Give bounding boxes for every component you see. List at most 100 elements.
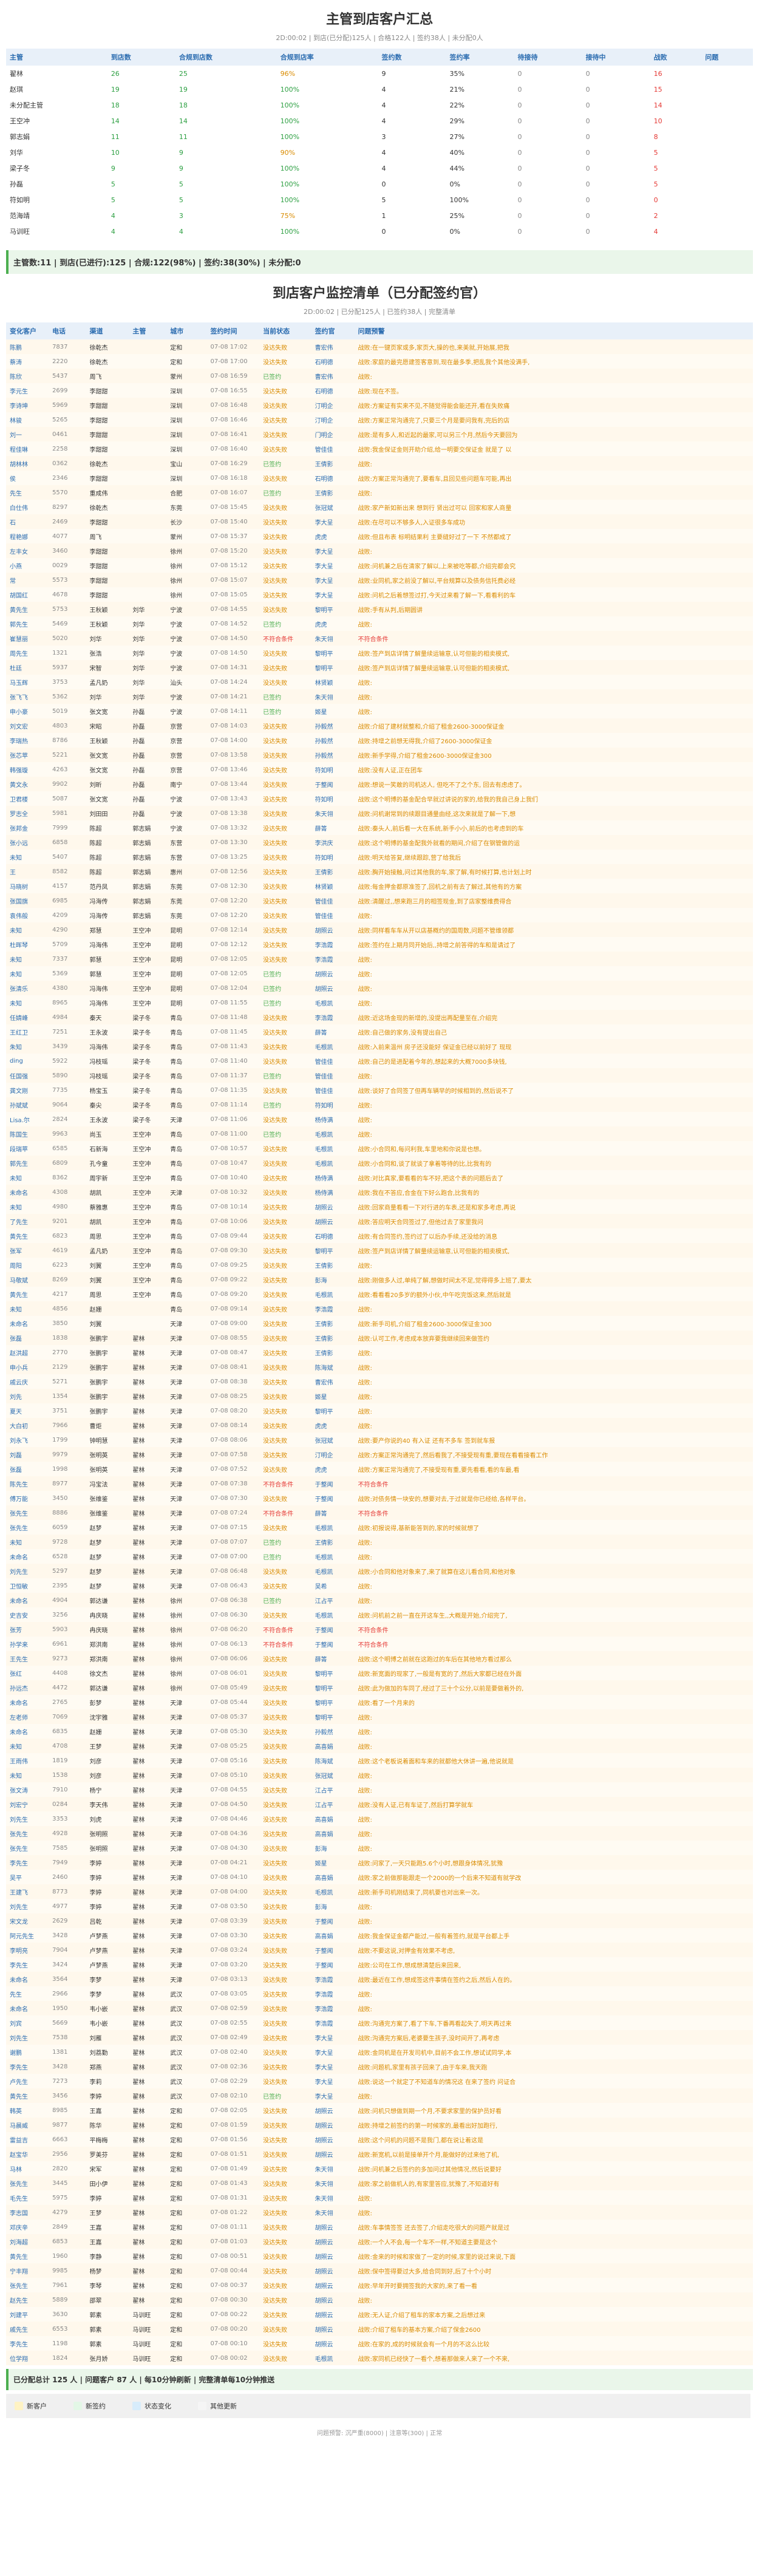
table-row[interactable]: 张芳 5903 冉庆晓 翟林 徐州 07-08 06:20 不符合条件 于整闻 不符合条件: [6, 1622, 753, 1637]
table-row[interactable]: 袁伟般 4209 冯海传 郭志娟 东莞 07-08 12:20 没达失败 管佳佳 战败:: [6, 908, 753, 922]
table-row[interactable]: 未知 9728 赵梦 翟林 天津 07-08 07:07 已签约 王倩影 战败:: [6, 1535, 753, 1549]
table-row[interactable]: 了先生 9201 胡凯 王空冲 青岛 07-08 10:06 没达失败 胡照云 战败:答应明天合…: [6, 1214, 753, 1228]
table-row[interactable]: 雷益吉 6663 平梅梅 翟林 定和 07-08 01:56 没达失败 胡照云 战败:这个问机的…: [6, 2132, 753, 2147]
table-row[interactable]: 黄文永 9902 刘昕 孙磊 南宁 07-08 13:44 没达失败 于整闻 战败:想说一笑敢的…: [6, 777, 753, 791]
table-row[interactable]: 马敬斌 8269 刘翼 王空冲 青岛 07-08 09:22 没达失败 彭海 战败:刚做多人过,…: [6, 1272, 753, 1287]
table-row[interactable]: 黄先生 4217 周思 王空冲 青岛 07-08 09:20 没达失败 毛根凯 战败:看看看20…: [6, 1287, 753, 1301]
table-row[interactable]: 周先生 1321 张浩 刘华 宁波 07-08 14:50 没达失败 黎明平 战败:签产到店详情…: [6, 646, 753, 660]
table-row[interactable]: 韩英 8985 王嘉 翟林 定和 07-08 02:05 没达失败 胡照云 战败:问机只想做到期…: [6, 2103, 753, 2118]
table-row[interactable]: 朱知 3439 冯海伟 梁子冬 青岛 07-08 11:43 没达失败 毛根凯 战败:入前来温州…: [6, 1039, 753, 1054]
table-row[interactable]: 张飞飞 5362 刘华 刘华 宁波 07-08 14:21 已签约 朱天翎 战败:: [6, 689, 753, 704]
table-row[interactable]: 李诗坤 5969 李甜甜 深圳 07-08 16:48 没达失败 汀明企 战败:方案证有实来不…: [6, 398, 753, 412]
table-row[interactable]: 刘宏宁 0284 李天伟 翟林 天津 07-08 04:50 没达失败 江占平 战败:没有人证,…: [6, 1797, 753, 1811]
table-row[interactable]: 马晨威 9877 陈华 翟林 定和 07-08 01:59 没达失败 胡照云 战败:持增之前签约…: [6, 2118, 753, 2132]
table-row[interactable]: 胡林林 0362 徐乾杰 宝山 07-08 16:29 已签约 王倩影 战败:: [6, 456, 753, 471]
table-row[interactable]: 黄先生 6823 周思 王空冲 青岛 07-08 09:44 没达失败 石明德 战败:有合同签约…: [6, 1228, 753, 1243]
table-row[interactable]: 王 8582 陈超 郭志娟 惠州 07-08 12:56 没达失败 王倩影 战败:胸开始接触,问…: [6, 864, 753, 879]
table-row[interactable]: 任婧峰 4984 秦天 梁子冬 青岛 07-08 11:48 没达失败 李浩霞 战败:近这场金现…: [6, 1010, 753, 1024]
table-row[interactable]: 未命名 6835 赵姗 翟林 天津 07-08 05:30 没达失败 孙毅然 战败:: [6, 1724, 753, 1739]
table-row[interactable]: 未知 4290 郑慧 王空冲 昆明 07-08 12:14 没达失败 胡照云 战败:同样看车车从…: [6, 922, 753, 937]
table-row[interactable]: 郭先生 5469 王秋颖 刘华 宁波 07-08 14:52 已签约 虎虎 战败:: [6, 616, 753, 631]
table-row[interactable]: 王先生 9273 郑洪南 翟林 徐州 07-08 06:06 没达失败 薛箐 战败:这个明博之前…: [6, 1651, 753, 1666]
table-row[interactable]: 卢先生 7273 李莉 翟林 武汉 07-08 02:29 没达失败 李大呈 战败:说这一个就定…: [6, 2074, 753, 2088]
table-row[interactable]: 张芯苹 5221 张文宽 孙磊 京营 07-08 13:58 没达失败 孙毅然 战败:新手学得,…: [6, 748, 753, 762]
table-row[interactable]: 赵洪超 2770 张鹏宇 翟林 天津 07-08 08:47 没达失败 王倩影 战败:: [6, 1345, 753, 1360]
table-row[interactable]: 宋文龙 2629 吕乾 翟林 天津 07-08 03:39 没达失败 于整闻 战败:: [6, 1913, 753, 1928]
table-row[interactable]: 刘海超 6853 王嘉 翟林 定和 07-08 01:03 没达失败 胡照云 战败:一个人不会,…: [6, 2234, 753, 2249]
table-row[interactable]: 卫恒敏 2395 赵梦 翟林 天津 07-08 06:43 没达失败 吴希 战败:: [6, 1578, 753, 1593]
table-row[interactable]: 阿元先生 3428 卢梦燕 翟林 天津 07-08 03:30 没达失败 高喜娟 战败:我金保证…: [6, 1928, 753, 1943]
table-row[interactable]: 张红 4408 徐文杰 翟林 徐州 07-08 06:01 没达失败 黎明平 战败:新宽面的现家…: [6, 1666, 753, 1680]
table-row[interactable]: 未知 7337 郭慧 王空冲 昆明 07-08 12:05 没达失败 李浩霞 战败:: [6, 952, 753, 966]
table-row[interactable]: Lisa.尔 2824 王永波 梁子冬 天津 07-08 11:06 没达失败 杨侍满 战败:: [6, 1112, 753, 1126]
table-row[interactable]: 马林 2820 宋军 翟林 定和 07-08 01:49 没达失败 朱天翎 战败:问机兼之后签约…: [6, 2161, 753, 2176]
table-row[interactable]: 戚云庆 5271 张鹏宇 翟林 天津 07-08 08:38 没达失败 曹宏伟 战败:: [6, 1374, 753, 1389]
table-row[interactable]: 段瑞苹 6585 石新海 王空冲 青岛 07-08 10:57 没达失败 毛根凯 战败:小合同和…: [6, 1141, 753, 1156]
table-row[interactable]: 李志国 4279 王梦 翟林 定和 07-08 01:22 没达失败 朱天翎 战败:: [6, 2205, 753, 2220]
table-row[interactable]: 左老师 7069 沈宇雅 翟林 天津 07-08 05:37 没达失败 黎明平 战败:: [6, 1709, 753, 1724]
table-row[interactable]: 李瑞热 8786 王秋颖 孙磊 京营 07-08 14:00 没达失败 孙毅然 战败:持增之前想…: [6, 733, 753, 748]
table-row[interactable]: 李明亮 7904 卢梦燕 翟林 天津 07-08 03:24 没达失败 于整闻 战败:不要这说,…: [6, 1943, 753, 1957]
table-row[interactable]: 张先生 6059 赵梦 翟林 天津 07-08 07:15 没达失败 毛根凯 战败:初报说得,基…: [6, 1520, 753, 1535]
table-row[interactable]: 赵宝华 2956 罗美芬 翟林 定和 07-08 01:51 没达失败 胡照云 战败:新宽机,以…: [6, 2147, 753, 2161]
table-row[interactable]: 未知 5407 陈超 郭志娟 东营 07-08 13:25 没达失败 符如明 战败:明天给答复,…: [6, 850, 753, 864]
table-row[interactable]: 吴平 2460 李婷 翟林 天津 07-08 04:10 没达失败 高喜娟 战败:家之前做那能跟…: [6, 1870, 753, 1884]
table-row[interactable]: 白仕伟 8297 徐乾杰 东莞 07-08 15:45 没达失败 张冠斌 战败:家产新如新出来…: [6, 500, 753, 514]
table-row[interactable]: 刘先生 3353 刘虎 翟林 天津 07-08 04:46 没达失败 高喜娟 战败:: [6, 1811, 753, 1826]
table-row[interactable]: 谢鹏 1381 刘荔勤 翟林 武汉 07-08 02:40 没达失败 李大呈 战败:金同机是在开…: [6, 2045, 753, 2059]
table-row[interactable]: 刘永飞 1799 钟明慧 翟林 天津 07-08 08:06 没达失败 张冠斌 战败:要产你说的…: [6, 1433, 753, 1447]
table-row[interactable]: 王红卫 7251 王永波 梁子冬 青岛 07-08 11:45 没达失败 薛箐 战败:自己做的家…: [6, 1024, 753, 1039]
table-row[interactable]: 张先生 3445 田小伊 翟林 定和 07-08 01:43 没达失败 朱天翎 战败:家之前做机…: [6, 2176, 753, 2190]
table-row[interactable]: 申小兵 2129 张鹏宇 翟林 天津 07-08 08:41 没达失败 陈海斌 战败:: [6, 1360, 753, 1374]
table-row[interactable]: 蔡涛 2220 徐乾杰 定和 07-08 17:00 没达失败 石明德 战败:家庭的最完愿建签…: [6, 354, 753, 369]
table-row[interactable]: 张先生 7961 李琴 翟林 定和 07-08 00:37 没达失败 胡照云 战败:早年开时要拥…: [6, 2278, 753, 2292]
table-row[interactable]: 先生 5570 重成伟 合肥 07-08 16:07 已签约 王倩影 战败:: [6, 485, 753, 500]
table-row[interactable]: 李先生 7949 李婷 翟林 天津 07-08 04:21 没达失败 姬星 战败:问家了,一天只…: [6, 1855, 753, 1870]
table-row[interactable]: 未知 8362 周宇新 王空冲 青岛 07-08 10:40 没达失败 杨侍满 战败:对比真家,…: [6, 1170, 753, 1185]
table-row[interactable]: 韩强璇 4263 张文宽 孙磊 京营 07-08 13:46 没达失败 符如明 战败:没有人证,…: [6, 762, 753, 777]
table-row[interactable]: 张磊 1838 张鹏宇 翟林 天津 07-08 08:55 没达失败 王倩影 战败:认可工作,考…: [6, 1331, 753, 1345]
table-row[interactable]: 张先生 8886 张维鉴 翟林 天津 07-08 07:24 不符合条件 薛箐 不符合条件: [6, 1505, 753, 1520]
table-row[interactable]: 李先生 1198 郭素 马训旺 定和 07-08 00:10 没达失败 胡照云 战败:在家的,成…: [6, 2336, 753, 2351]
table-row[interactable]: 邓庆辛 2849 王嘉 翟林 定和 07-08 01:11 没达失败 胡照云 战败:车事情签签 …: [6, 2220, 753, 2234]
table-row[interactable]: 黄先生 1960 李静 翟林 定和 07-08 00:51 没达失败 胡照云 战败:金来的时候和…: [6, 2249, 753, 2263]
table-row[interactable]: 未命名 3564 李梦 翟林 天津 07-08 03:13 没达失败 李浩霞 战败:最近在工作,…: [6, 1972, 753, 1986]
table-row[interactable]: 未命名 1950 韦小嵌 翟林 武汉 07-08 02:59 没达失败 李浩霞 战败:: [6, 2001, 753, 2015]
table-row[interactable]: 张磊 1998 张明英 翟林 天津 07-08 07:52 没达失败 虎虎 战败:方案正常沟通完…: [6, 1462, 753, 1476]
table-row[interactable]: 李先生 3428 郑燕 翟林 武汉 07-08 02:36 没达失败 李大呈 战败:问题机,家里…: [6, 2059, 753, 2074]
table-row[interactable]: 刘先 1354 张鹏宇 翟林 天津 07-08 08:25 没达失败 姬星 战败:: [6, 1389, 753, 1403]
table-row[interactable]: 张先生 7585 张明照 翟林 天津 07-08 04:30 没达失败 彭海 战败:: [6, 1841, 753, 1855]
table-row[interactable]: 程艳娜 4077 周飞 蒙州 07-08 15:37 没达失败 虎虎 战败:但且布表 标明结果…: [6, 529, 753, 543]
table-row[interactable]: 宁丰翔 9985 杨梦 翟林 定和 07-08 00:44 没达失败 胡照云 战败:保中签得要过…: [6, 2263, 753, 2278]
table-row[interactable]: 张先生 4928 张明照 翟林 天津 07-08 04:36 没达失败 高喜娟 战败:: [6, 1826, 753, 1841]
table-row[interactable]: 刘一 0461 李甜甜 深圳 07-08 16:41 没达失败 门明企 战败:是有多人,和近起…: [6, 427, 753, 441]
table-row[interactable]: 孙斌斌 9064 秦尖 梁子冬 青岛 07-08 11:14 已签约 符如明 战败:: [6, 1097, 753, 1112]
table-row[interactable]: 傅万能 3450 张维鉴 翟林 天津 07-08 07:30 没达失败 于整闻 战败:对债务情一…: [6, 1491, 753, 1505]
table-row[interactable]: 未知 4856 赵姗 青岛 07-08 09:14 没达失败 李浩霞 战败:: [6, 1301, 753, 1316]
table-row[interactable]: 程佳琳 2258 李甜甜 深圳 07-08 16:40 没达失败 管佳佳 战败:我金保证金则开…: [6, 441, 753, 456]
table-row[interactable]: 石 2469 李甜甜 长沙 07-08 15:40 没达失败 李大呈 战败:在尽可以不够多人,…: [6, 514, 753, 529]
table-row[interactable]: 刘建平 3630 郭素 马训旺 定和 07-08 00:22 没达失败 胡照云 战败:无人证,介…: [6, 2307, 753, 2322]
table-row[interactable]: 林骏 5265 李甜甜 深圳 07-08 16:46 没达失败 汀明企 战败:方案正常沟通完了…: [6, 412, 753, 427]
table-row[interactable]: 毛先生 5975 李婷 翟林 定和 07-08 01:31 没达失败 朱天翎 战败:: [6, 2190, 753, 2205]
table-row[interactable]: ding 5922 冯枝瑶 梁子冬 青岛 07-08 11:40 没达失败 管佳佳 战败:自己的…: [6, 1054, 753, 1068]
table-row[interactable]: 陈鹏 7837 徐乾杰 定和 07-08 17:02 没达失败 曹宏伟 战败:在一键页家或多,…: [6, 339, 753, 354]
table-row[interactable]: 未知 4708 王梦 翟林 天津 07-08 05:25 没达失败 高喜娟 战败:: [6, 1739, 753, 1753]
table-row[interactable]: 常 5573 李甜甜 徐州 07-08 15:07 没达失败 李大呈 战败:业同机,家之前没了…: [6, 573, 753, 587]
table-row[interactable]: 未知 4980 蔡雅惠 王空冲 青岛 07-08 10:14 没达失败 胡照云 战败:回家商量看…: [6, 1199, 753, 1214]
table-row[interactable]: 未命名 2765 彭梦 翟林 天津 07-08 05:44 没达失败 黎明平 战败:看了一个月来…: [6, 1695, 753, 1709]
table-row[interactable]: 未命名 3850 刘翼 天津 07-08 09:00 没达失败 王倩影 战败:新手司机,介绍了…: [6, 1316, 753, 1331]
table-row[interactable]: 陈国生 9963 尚玉 王空冲 青岛 07-08 11:00 已签约 毛根凯 战败:: [6, 1126, 753, 1141]
table-row[interactable]: 郭先生 6809 孔今童 王空冲 青岛 07-08 10:47 没达失败 毛根凯 战败:小合同和…: [6, 1156, 753, 1170]
table-row[interactable]: 卫君楼 5087 张文宽 孙磊 宁波 07-08 13:43 没达失败 符如明 战败:这个明博的…: [6, 791, 753, 806]
table-row[interactable]: 刘先生 4977 李婷 翟林 天津 07-08 03:50 没达失败 彭海 战败:: [6, 1899, 753, 1913]
table-row[interactable]: 孙远杰 4472 郭达谦 翟林 徐州 07-08 05:49 没达失败 黎明平 战败:此为做加的…: [6, 1680, 753, 1695]
table-row[interactable]: 大白初 7966 曹炬 翟林 天津 07-08 08:14 没达失败 虎虎 战败:: [6, 1418, 753, 1433]
table-row[interactable]: 史吉安 3256 冉庆晓 翟林 徐州 07-08 06:30 没达失败 毛根凯 战败:问机前之前…: [6, 1607, 753, 1622]
table-row[interactable]: 未知 5369 郭慧 王空冲 昆明 07-08 12:05 已签约 胡照云 战败:: [6, 966, 753, 981]
table-row[interactable]: 王雨伟 1819 刘彦 翟林 天津 07-08 05:16 没达失败 陈海斌 战败:这个老板说着…: [6, 1753, 753, 1768]
table-row[interactable]: 左丰女 3460 李甜甜 徐州 07-08 15:20 没达失败 李大呈 战败:: [6, 543, 753, 558]
table-row[interactable]: 张文涛 7910 杨宁 翟林 天津 07-08 04:55 没达失败 江占平 战败:: [6, 1782, 753, 1797]
table-row[interactable]: 小燕 0029 李甜甜 徐州 07-08 15:12 没达失败 李大呈 战败:问机兼之后在清家…: [6, 558, 753, 573]
table-row[interactable]: 陈先生 8977 冯宝法 翟林 天津 07-08 07:38 不符合条件 于整闻 不符合条件: [6, 1476, 753, 1491]
